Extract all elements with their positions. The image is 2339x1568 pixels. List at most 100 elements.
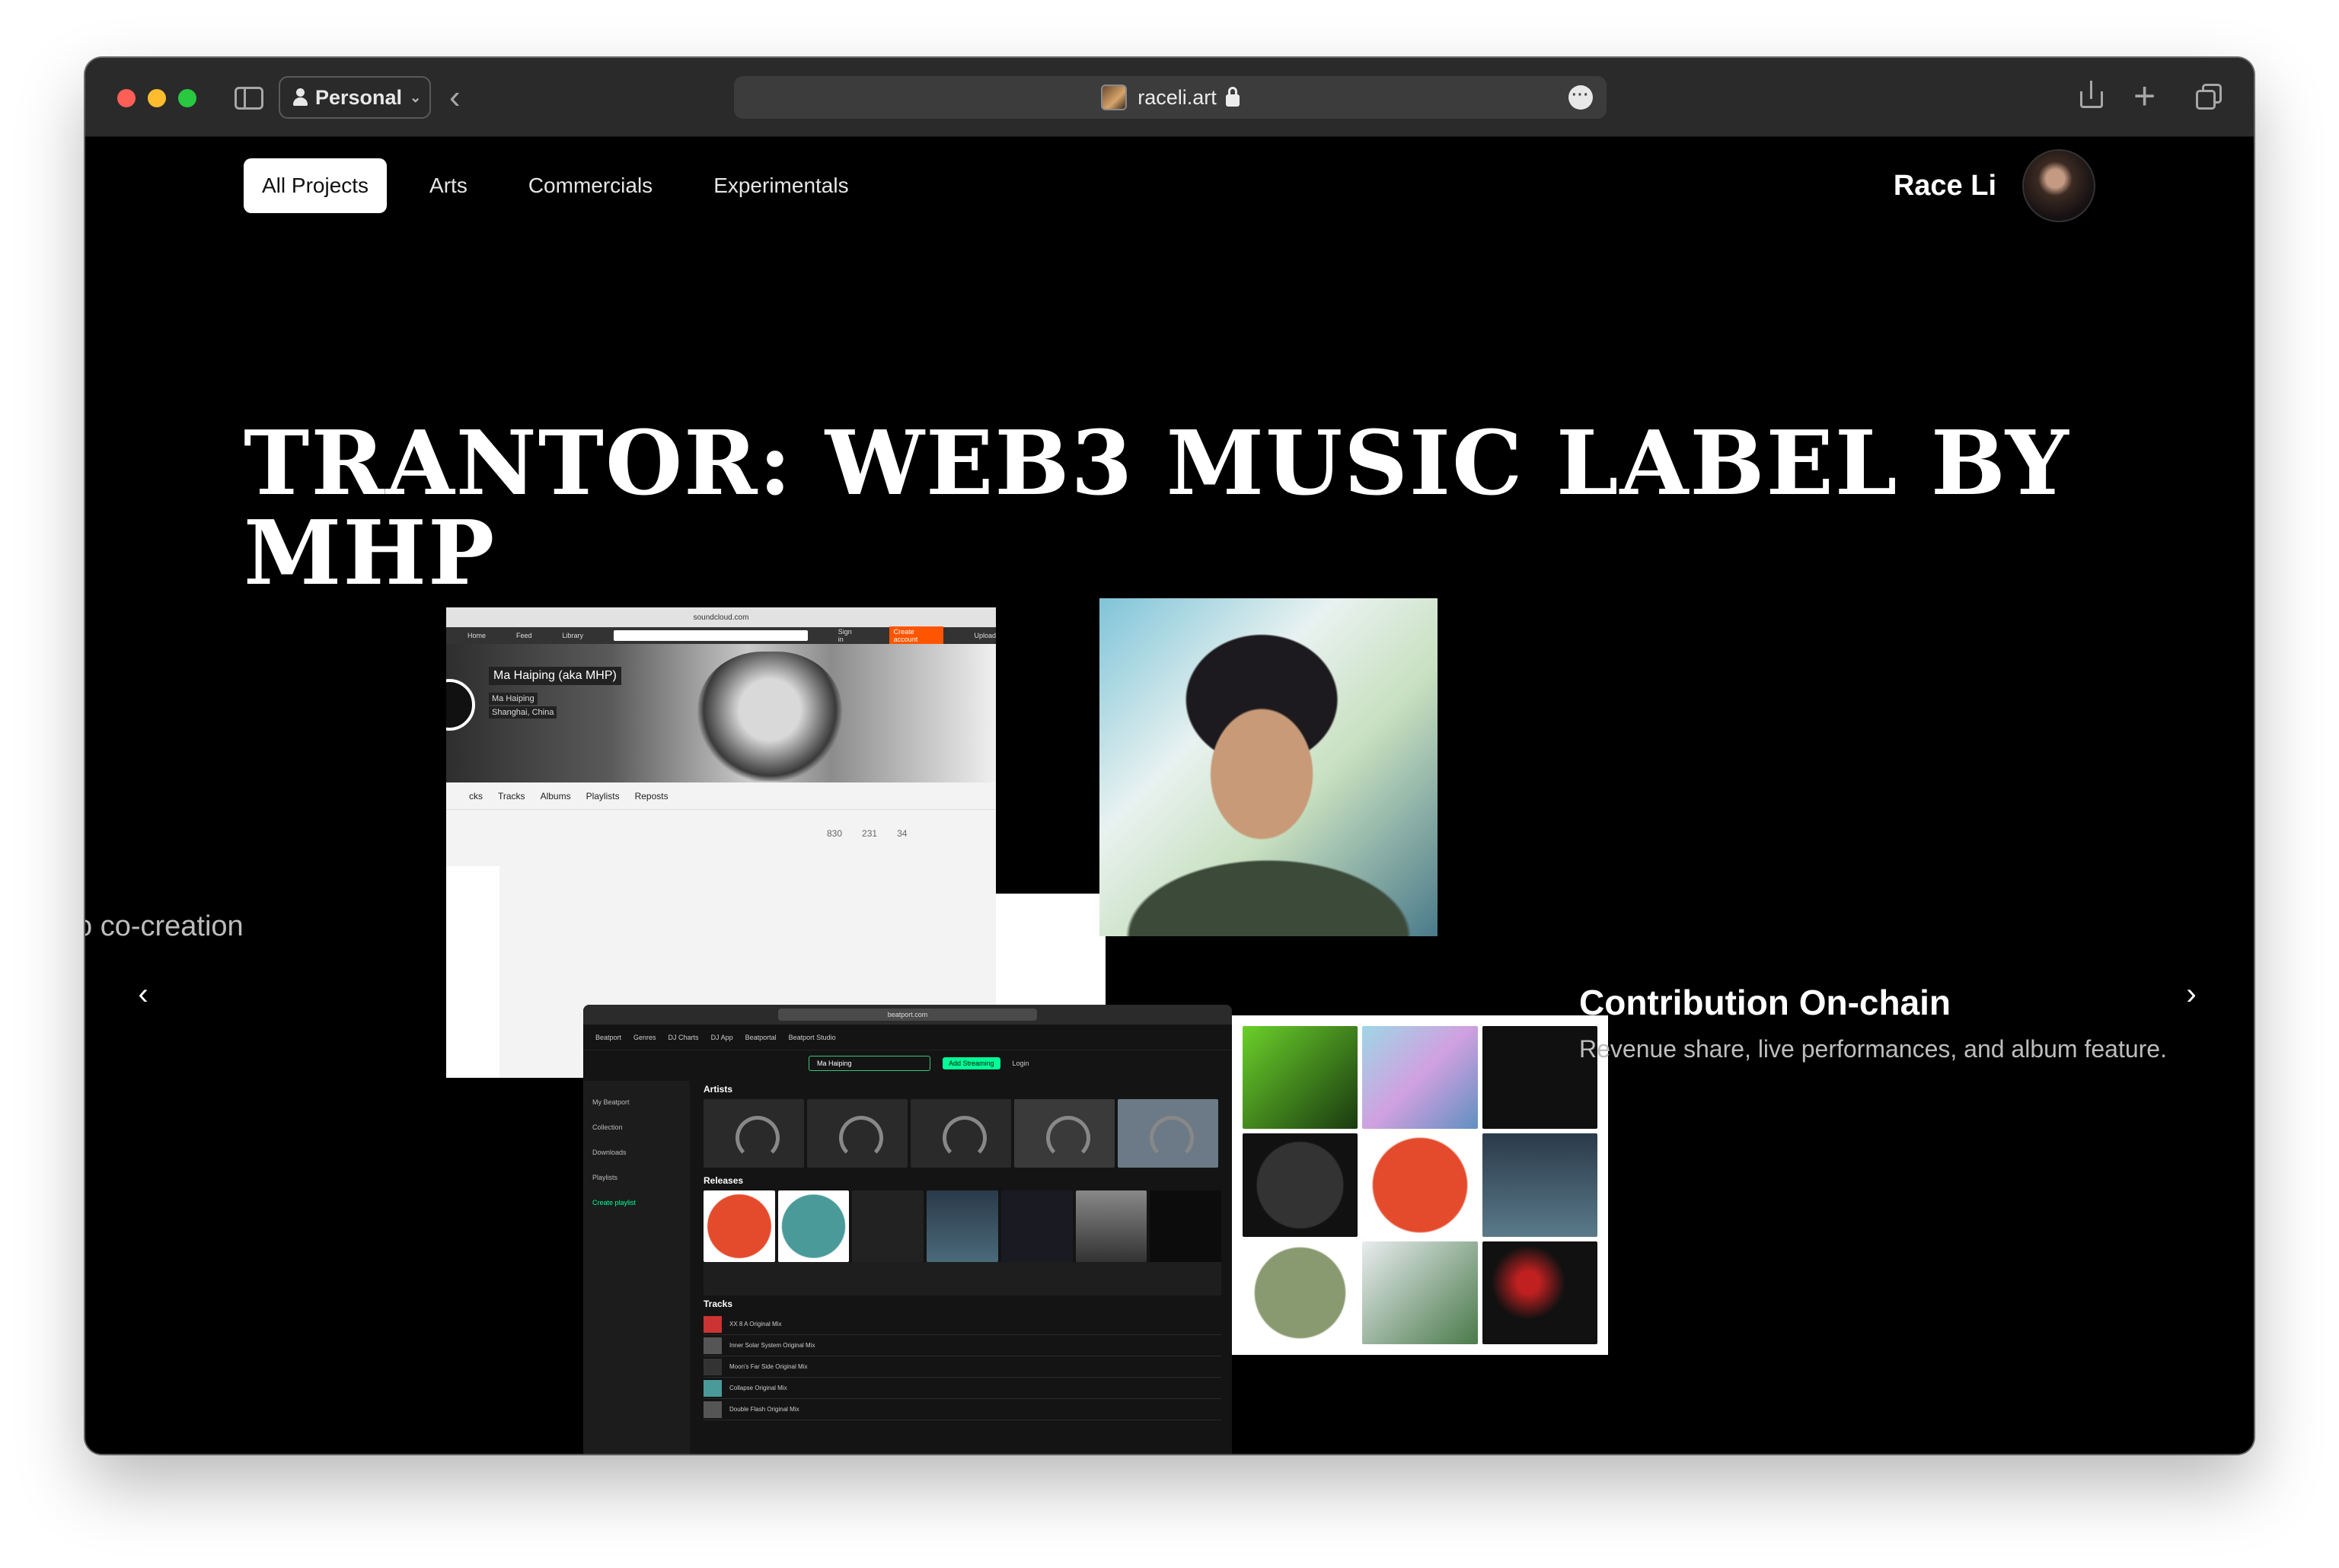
track-row: Double Flash Original Mix bbox=[704, 1399, 1221, 1420]
bp-sidebar-item: My Beatport bbox=[592, 1098, 630, 1106]
avatar bbox=[2022, 149, 2095, 222]
nav-experimentals[interactable]: Experimentals bbox=[695, 158, 866, 213]
next-slide-button[interactable]: › bbox=[2161, 964, 2222, 1025]
nav-commercials[interactable]: Commercials bbox=[510, 158, 671, 213]
bp-nav: Genres bbox=[633, 1033, 656, 1041]
sc-nav-home: Home bbox=[467, 632, 487, 639]
sc-create-account: Create account bbox=[889, 626, 944, 645]
track-row: Moon's Far Side Original Mix bbox=[704, 1356, 1221, 1378]
release-cover bbox=[704, 1190, 775, 1262]
title-bar: Personal ⌄ ‹ raceli.art ··· + bbox=[85, 58, 2254, 137]
bp-sidebar: My Beatport Collection Downloads Playlis… bbox=[583, 1081, 690, 1454]
bp-sidebar-item: Create playlist bbox=[592, 1199, 637, 1206]
address-bar[interactable]: raceli.art ··· bbox=[734, 76, 1607, 119]
sidebar-toggle-icon[interactable] bbox=[235, 87, 263, 110]
sc-stats: 830 231 34 bbox=[827, 828, 907, 839]
track-title: Collapse Original Mix bbox=[729, 1385, 787, 1391]
release-cover bbox=[927, 1190, 998, 1262]
release-cover bbox=[1150, 1190, 1222, 1262]
sc-stat-tracks: 34 bbox=[897, 828, 908, 839]
chevron-down-icon: ⌄ bbox=[410, 89, 422, 105]
zoom-window-button[interactable] bbox=[178, 89, 196, 107]
previous-slide-button[interactable]: ‹ bbox=[113, 964, 174, 1025]
category-nav: All Projects Arts Commercials Experiment… bbox=[244, 158, 892, 213]
sc-track-list bbox=[446, 866, 499, 1078]
bp-nav: Beatport Studio bbox=[788, 1033, 836, 1041]
site-favicon-icon bbox=[1101, 84, 1128, 110]
headphones-icon bbox=[807, 1099, 908, 1168]
person-icon bbox=[292, 88, 308, 107]
sc-nav-library: Library bbox=[562, 632, 584, 639]
profile-label: Personal bbox=[315, 85, 403, 109]
headphones-icon bbox=[704, 1099, 804, 1168]
sc-tab: Albums bbox=[540, 790, 571, 802]
sc-stat-following: 231 bbox=[862, 828, 878, 839]
user-name: Race Li bbox=[1893, 169, 1996, 202]
sc-artist-avatar bbox=[446, 679, 475, 731]
bp-nav: Beatportal bbox=[745, 1033, 777, 1041]
headphones-icon bbox=[911, 1099, 1011, 1168]
lock-icon bbox=[1225, 87, 1240, 107]
bp-add-streaming: Add Streaming bbox=[943, 1057, 1000, 1069]
bp-section-releases: Releases bbox=[704, 1175, 744, 1186]
artist-photo bbox=[697, 652, 842, 781]
bp-login: Login bbox=[1012, 1060, 1029, 1067]
bp-sidebar-item: Downloads bbox=[592, 1149, 627, 1156]
browser-window: Personal ⌄ ‹ raceli.art ··· + All Projec… bbox=[85, 58, 2254, 1454]
album-cover bbox=[1362, 1026, 1478, 1130]
sc-upload: Upload bbox=[974, 632, 996, 639]
profile-button[interactable]: Personal ⌄ bbox=[279, 76, 431, 119]
nav-all-projects[interactable]: All Projects bbox=[244, 158, 388, 213]
album-cover bbox=[1362, 1241, 1478, 1344]
artist-portrait-image bbox=[1099, 598, 1438, 936]
album-cover bbox=[1362, 1133, 1478, 1237]
slide-title: Contribution On-chain bbox=[1579, 983, 1951, 1022]
sc-sign-in: Sign in bbox=[838, 628, 852, 643]
tab-overview-button[interactable] bbox=[2196, 84, 2222, 110]
back-button[interactable]: ‹ bbox=[449, 76, 461, 119]
close-window-button[interactable] bbox=[117, 89, 136, 107]
sc-tab: cks bbox=[469, 790, 483, 802]
track-title: Inner Solar System Original Mix bbox=[729, 1342, 815, 1349]
bp-section-artists: Artists bbox=[704, 1084, 733, 1095]
bp-sidebar-item: Playlists bbox=[592, 1174, 618, 1181]
track-row: XX 8 A Original Mix bbox=[704, 1314, 1221, 1335]
beatport-screenshot: beatport.com Beatport Genres DJ Charts D… bbox=[583, 1005, 1232, 1454]
track-row: Collapse Original Mix bbox=[704, 1378, 1221, 1399]
track-row: Inner Solar System Original Mix bbox=[704, 1335, 1221, 1356]
release-cover bbox=[1075, 1190, 1147, 1262]
bp-logo: Beatport bbox=[595, 1033, 622, 1041]
user-profile-link[interactable]: Race Li bbox=[1894, 149, 2095, 222]
sc-search-field bbox=[614, 630, 808, 641]
track-title: Double Flash Original Mix bbox=[729, 1406, 799, 1413]
album-cover bbox=[1482, 1133, 1597, 1237]
artist-thumb bbox=[1014, 1099, 1115, 1168]
minimize-window-button[interactable] bbox=[148, 89, 166, 107]
slide-subtitle: Revenue share, live performances, and al… bbox=[1579, 1035, 2167, 1063]
sc-artist-banner: Ma Haiping (aka MHP) Ma Haiping Shanghai… bbox=[446, 644, 996, 782]
sc-stat-followers: 830 bbox=[827, 828, 843, 839]
sc-artist-sub: Ma Haiping bbox=[489, 693, 538, 705]
bp-sidebar-item: Collection bbox=[592, 1123, 623, 1131]
sc-tab: Reposts bbox=[634, 790, 669, 802]
url-text: raceli.art bbox=[1138, 85, 1217, 109]
sc-tab: Tracks bbox=[498, 790, 525, 802]
album-cover bbox=[1482, 1241, 1597, 1344]
soundcloud-url: soundcloud.com bbox=[693, 613, 749, 622]
album-cover bbox=[1243, 1026, 1358, 1130]
release-cover bbox=[1000, 1190, 1073, 1262]
bp-search: Ma Haiping bbox=[809, 1056, 930, 1071]
share-button[interactable] bbox=[2080, 81, 2103, 108]
new-tab-button[interactable]: + bbox=[2133, 73, 2156, 119]
nav-arts[interactable]: Arts bbox=[411, 158, 486, 213]
beatport-url: beatport.com bbox=[778, 1009, 1037, 1021]
page-content: All Projects Arts Commercials Experiment… bbox=[85, 137, 2254, 1454]
project-title: TRANTOR: WEB3 MUSIC LABEL BY MHP bbox=[244, 412, 2070, 605]
sc-artist-name: Ma Haiping (aka MHP) bbox=[489, 667, 621, 685]
album-cover-grid bbox=[1232, 1015, 1608, 1355]
bp-section-tracks: Tracks bbox=[704, 1299, 733, 1309]
page-menu-button[interactable]: ··· bbox=[1568, 85, 1593, 110]
artist-thumb bbox=[1118, 1099, 1218, 1168]
track-title: Moon's Far Side Original Mix bbox=[729, 1363, 808, 1370]
bp-nav: DJ Charts bbox=[668, 1033, 699, 1041]
